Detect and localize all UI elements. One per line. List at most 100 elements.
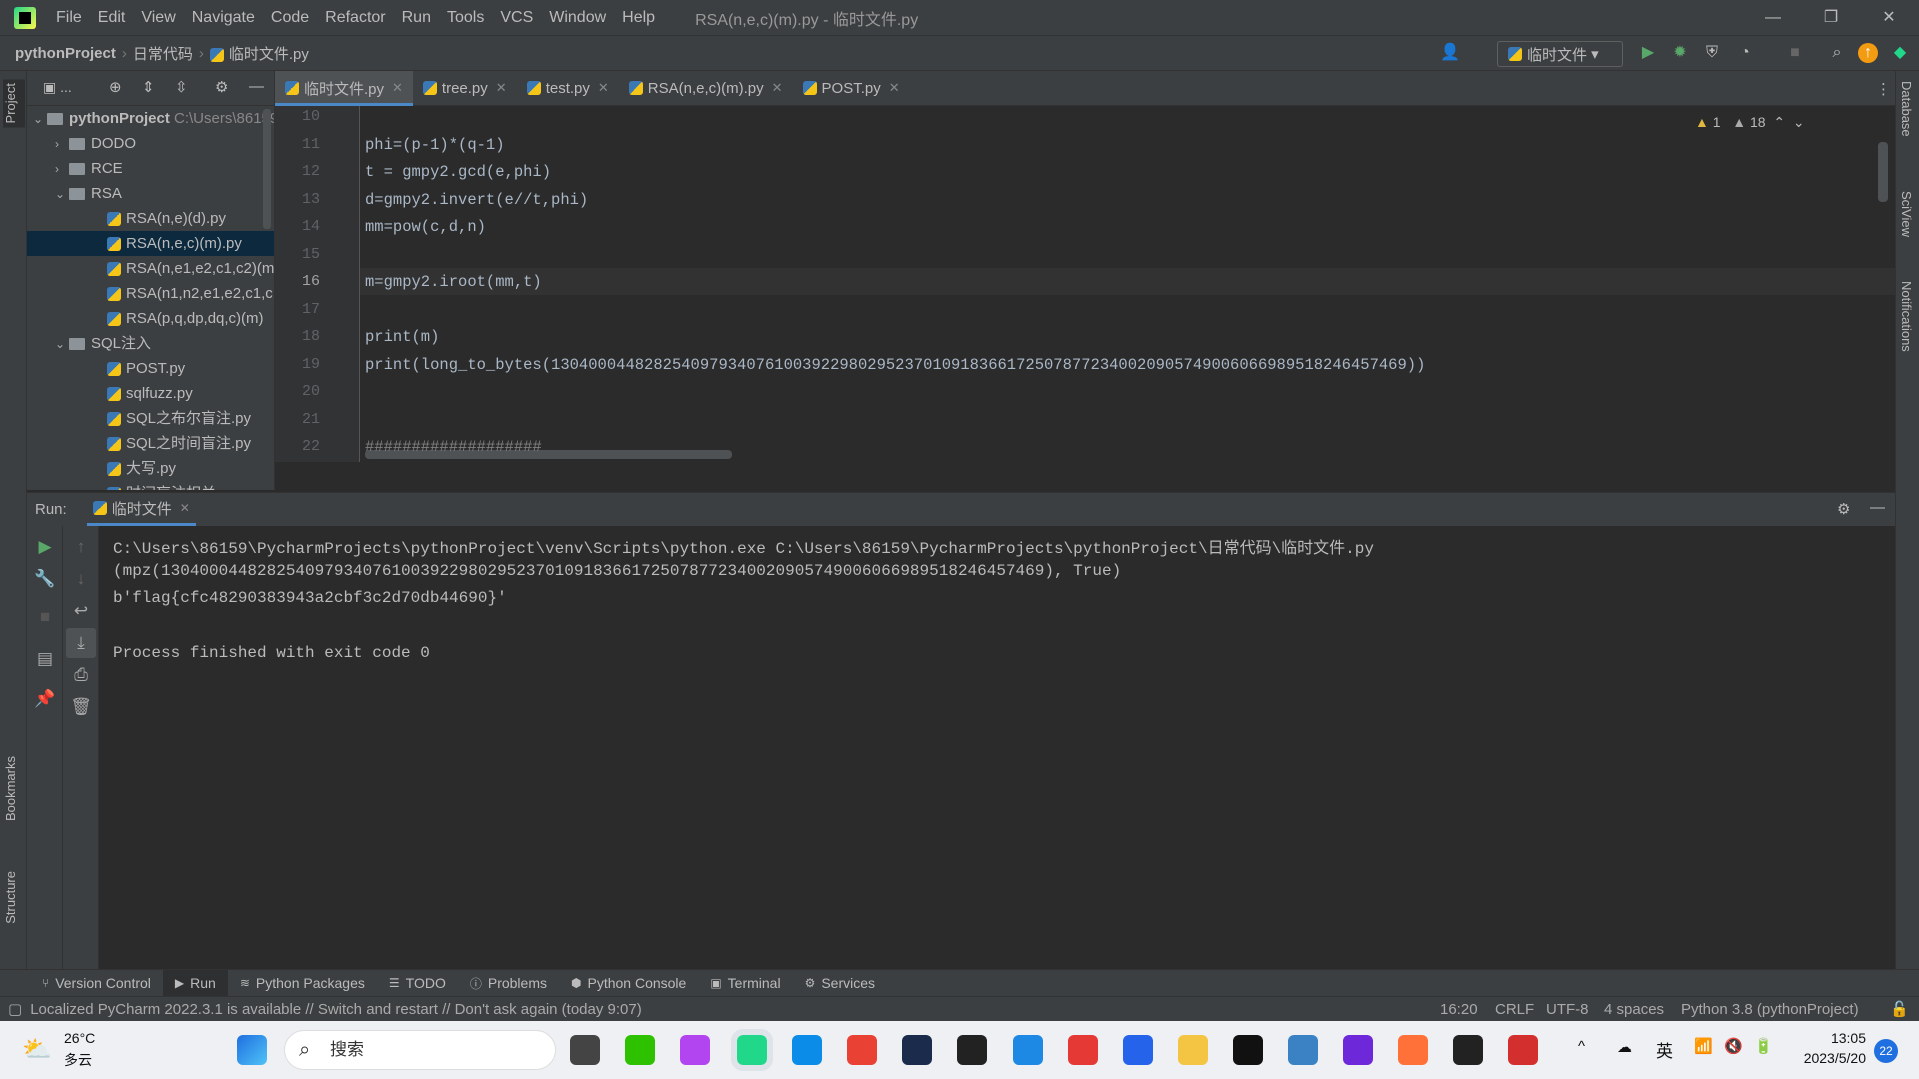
- project-tool-tab[interactable]: Project: [3, 79, 25, 128]
- menu-navigate[interactable]: Navigate: [184, 9, 263, 27]
- bookmarks-tool-tab[interactable]: Bookmarks: [3, 756, 18, 821]
- minimize-button[interactable]: —: [1744, 0, 1802, 35]
- settings-icon[interactable]: ⚙: [215, 78, 228, 96]
- wifi-icon[interactable]: 📶: [1694, 1037, 1713, 1055]
- python-interpreter[interactable]: Python 3.8 (pythonProject): [1681, 1001, 1859, 1018]
- menu-file[interactable]: File: [48, 9, 90, 27]
- tree-file[interactable]: sqlfuzz.py: [27, 381, 193, 406]
- lightning-app-icon[interactable]: [1343, 1035, 1373, 1065]
- menu-refactor[interactable]: Refactor: [317, 9, 393, 27]
- tool-tab-services[interactable]: ⚙ Services: [793, 970, 887, 997]
- tree-folder[interactable]: › DODO: [27, 131, 136, 156]
- wrench-icon[interactable]: 🔧: [30, 564, 60, 594]
- editor-tab[interactable]: RSA(n,e,c)(m).py ✕: [619, 71, 793, 106]
- run-tab[interactable]: 临时文件 ✕: [86, 493, 196, 526]
- tree-file[interactable]: 时间盲注相关: [27, 481, 216, 490]
- update-icon[interactable]: ↑: [1858, 43, 1878, 63]
- hide-icon[interactable]: —: [249, 78, 264, 95]
- menu-edit[interactable]: Edit: [90, 9, 134, 27]
- wps-icon[interactable]: [1508, 1035, 1538, 1065]
- battery-icon[interactable]: 🔋: [1754, 1037, 1773, 1055]
- notifications-tool-tab[interactable]: Notifications: [1899, 281, 1914, 352]
- typora-icon[interactable]: [1453, 1035, 1483, 1065]
- profile-icon[interactable]: ◔: [1735, 43, 1755, 63]
- down-icon[interactable]: ↓: [66, 564, 96, 594]
- tree-file[interactable]: SQL之布尔盲注.py: [27, 406, 251, 431]
- folder-icon[interactable]: [1178, 1035, 1208, 1065]
- editor-tab[interactable]: tree.py ✕: [413, 71, 517, 106]
- tree-file[interactable]: POST.py: [27, 356, 185, 381]
- close-tab-icon[interactable]: ✕: [392, 80, 403, 96]
- scroll-to-end-icon[interactable]: ⤓: [66, 628, 96, 658]
- trash-icon[interactable]: 🗑: [66, 692, 96, 722]
- menu-window[interactable]: Window: [541, 9, 614, 27]
- soft-wrap-icon[interactable]: ↩: [66, 596, 96, 626]
- up-icon[interactable]: ↑: [66, 532, 96, 562]
- run-settings-icon[interactable]: ⚙: [1837, 500, 1850, 518]
- volume-muted-icon[interactable]: 🔇: [1724, 1037, 1743, 1055]
- collapse-all-icon[interactable]: ⇳: [175, 78, 188, 96]
- tool-tab-version-control[interactable]: ⑂ Version Control: [30, 970, 163, 997]
- pycharm-icon[interactable]: [731, 1029, 773, 1071]
- menu-help[interactable]: Help: [614, 9, 663, 27]
- sciview-tool-tab[interactable]: SciView: [1899, 191, 1914, 237]
- tree-file[interactable]: RSA(n,e,c)(m).py: [27, 231, 274, 256]
- file-explorer-icon[interactable]: [570, 1035, 600, 1065]
- locate-icon[interactable]: ⊕: [109, 78, 122, 96]
- dell-icon[interactable]: [1233, 1035, 1263, 1065]
- restore-button[interactable]: ❐: [1802, 0, 1860, 35]
- tree-file[interactable]: SQL之时间盲注.py: [27, 431, 251, 456]
- notification-badge[interactable]: 22: [1874, 1039, 1898, 1063]
- user-icon[interactable]: 👤: [1440, 43, 1460, 63]
- ime-indicator[interactable]: 英: [1656, 1037, 1673, 1062]
- editor-tab[interactable]: 临时文件.py ✕: [275, 70, 413, 106]
- close-tab-icon[interactable]: ✕: [496, 80, 507, 96]
- store-icon[interactable]: [1123, 1035, 1153, 1065]
- stop-icon[interactable]: ■: [30, 602, 60, 632]
- editor-tab[interactable]: POST.py ✕: [793, 71, 910, 106]
- vertical-scrollbar[interactable]: [1878, 142, 1888, 202]
- settings-icon[interactable]: [1288, 1035, 1318, 1065]
- code-editor[interactable]: 10 11 12 13 14 15 16 17 18 19 20 21 22 phi=(p-1)*(q-…: [275, 106, 1895, 490]
- temperature[interactable]: 26°C: [64, 1030, 95, 1046]
- clock-time[interactable]: 13:05: [1796, 1030, 1866, 1046]
- menu-tools[interactable]: Tools: [439, 9, 492, 27]
- virtualbox-icon[interactable]: [1013, 1035, 1043, 1065]
- caret-position[interactable]: 16:20: [1440, 1001, 1478, 1018]
- tree-file[interactable]: 大写.py: [27, 456, 176, 481]
- close-run-tab-icon[interactable]: ✕: [180, 501, 190, 515]
- breadcrumb-file[interactable]: 临时文件.py: [204, 43, 315, 64]
- menu-code[interactable]: Code: [263, 9, 317, 27]
- breadcrumb-project[interactable]: pythonProject: [0, 45, 122, 62]
- hide-run-icon[interactable]: —: [1870, 499, 1885, 516]
- line-separator[interactable]: CRLF: [1495, 1001, 1534, 1018]
- file-encoding[interactable]: UTF-8: [1546, 1001, 1589, 1018]
- tool-tab-terminal[interactable]: ▣ Terminal: [698, 970, 792, 997]
- tool-tab-python-packages[interactable]: ≋ Python Packages: [228, 970, 377, 997]
- menu-vcs[interactable]: VCS: [492, 9, 541, 27]
- status-message[interactable]: Localized PyCharm 2022.3.1 is available …: [30, 1001, 642, 1018]
- tree-file[interactable]: RSA(n1,n2,e1,e2,c1,c: [27, 281, 273, 306]
- cat-app-icon[interactable]: [902, 1035, 932, 1065]
- tree-file[interactable]: RSA(n,e1,e2,c1,c2)(m: [27, 256, 274, 281]
- tool-tab-problems[interactable]: ⓘ Problems: [458, 970, 559, 997]
- tree-root[interactable]: ⌄ pythonProject C:\Users\86159\PycharmPro…: [33, 106, 274, 131]
- rerun-icon[interactable]: ▶: [30, 532, 60, 562]
- structure-tool-tab[interactable]: Structure: [3, 871, 18, 924]
- chrome-icon[interactable]: [847, 1035, 877, 1065]
- lock-icon[interactable]: 🔓: [1890, 1000, 1909, 1018]
- clock-date[interactable]: 2023/5/20: [1796, 1050, 1866, 1066]
- run-configuration-select[interactable]: 临时文件 ▾: [1497, 41, 1623, 67]
- tool-tab-run[interactable]: ▶ Run: [162, 969, 228, 997]
- coverage-icon[interactable]: ⛨: [1702, 43, 1722, 63]
- tree-folder[interactable]: ⌄ SQL注入: [27, 331, 151, 356]
- editor-tab[interactable]: test.py ✕: [517, 71, 619, 106]
- menu-run[interactable]: Run: [394, 9, 439, 27]
- stop-icon[interactable]: ■: [1785, 43, 1805, 63]
- taskbar-search[interactable]: ⌕ 搜索: [284, 1030, 556, 1070]
- database-tool-tab[interactable]: Database: [1899, 81, 1914, 137]
- tree-folder[interactable]: › RCE: [27, 156, 123, 181]
- project-scrollbar[interactable]: [263, 109, 271, 229]
- tool-tab-python-console[interactable]: ⬢ Python Console: [559, 970, 698, 997]
- status-toggle-icon[interactable]: ▢: [8, 1000, 22, 1018]
